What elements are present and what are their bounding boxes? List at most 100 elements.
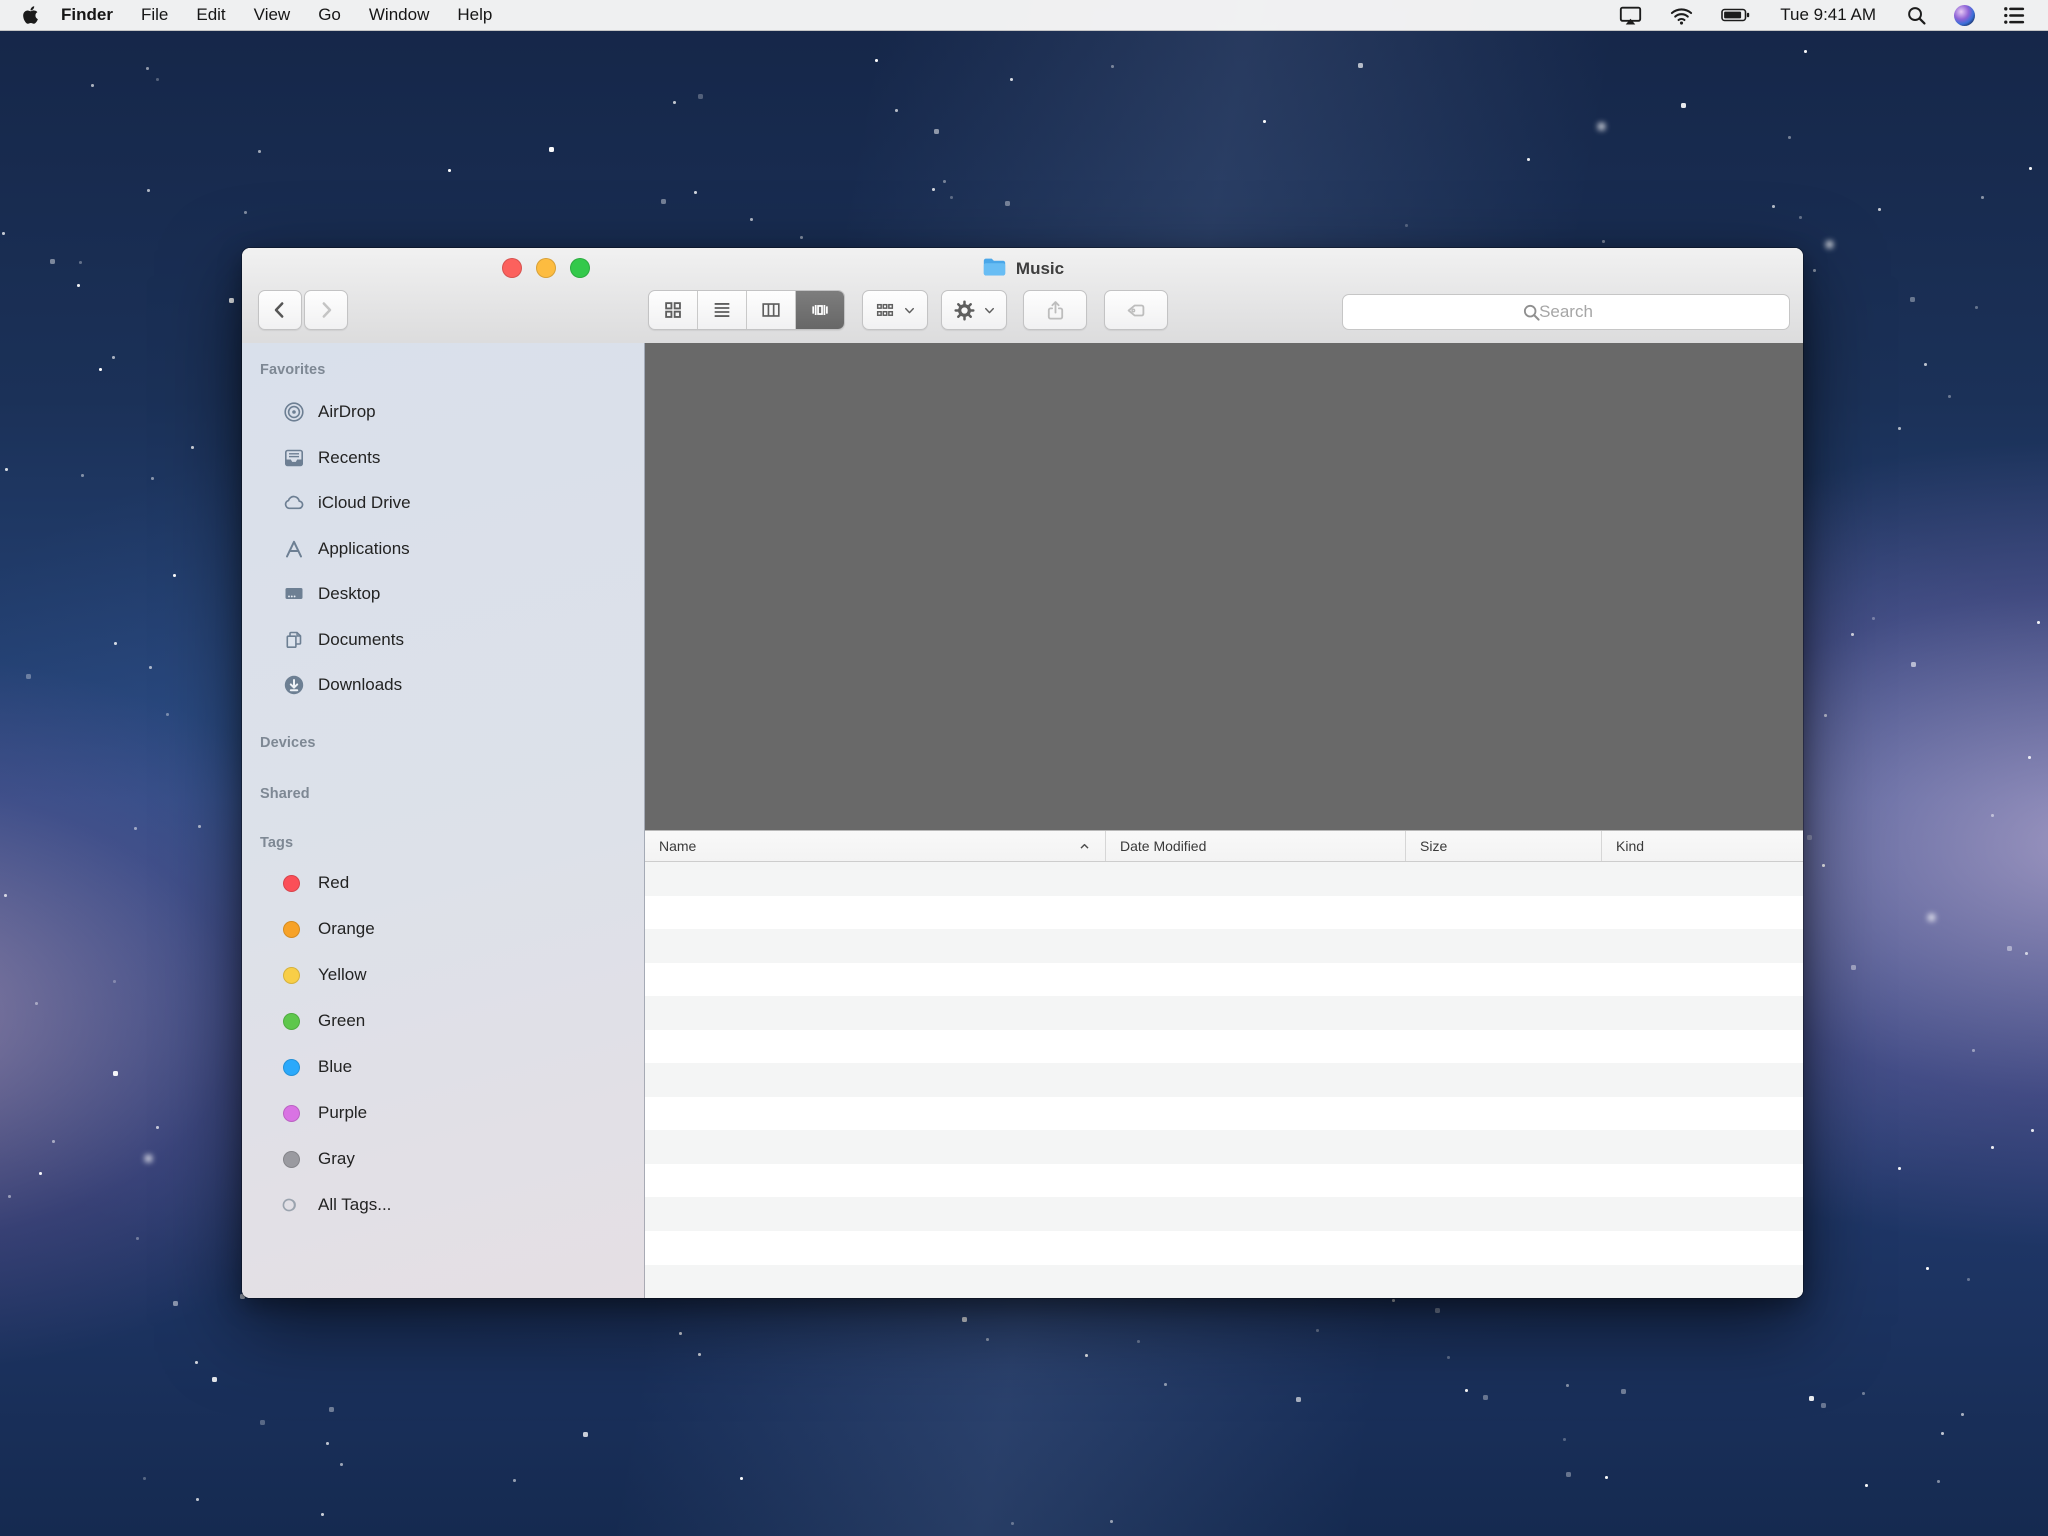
documents-icon <box>282 628 306 652</box>
column-header-kind[interactable]: Kind <box>1602 831 1803 861</box>
sidebar-item-label: Yellow <box>318 965 367 985</box>
view-mode-segmented-control <box>648 290 845 330</box>
column-header-label: Date Modified <box>1120 838 1206 854</box>
all-tags-icon <box>279 1193 303 1217</box>
list-row-stripe <box>645 929 1803 963</box>
sidebar-section-shared: Shared <box>260 783 310 805</box>
menu-edit[interactable]: Edit <box>182 0 239 30</box>
notification-center-icon[interactable] <box>1988 0 2048 30</box>
sidebar-item-orange[interactable]: Orange <box>242 912 644 946</box>
column-header-name[interactable]: Name <box>645 831 1106 861</box>
sidebar-item-blue[interactable]: Blue <box>242 1050 644 1084</box>
menu-file[interactable]: File <box>127 0 182 30</box>
list-row-stripe <box>645 1164 1803 1198</box>
menu-bar: FinderFileEditViewGoWindowHelp Tue 9:41 … <box>0 0 2048 31</box>
list-row-stripe <box>645 1130 1803 1164</box>
sort-ascending-icon <box>1078 840 1091 856</box>
list-row-stripe <box>645 1265 1803 1299</box>
tag-color-dot-red <box>283 875 300 892</box>
sidebar-item-label: iCloud Drive <box>318 493 411 513</box>
sidebar-item-label: Recents <box>318 448 380 468</box>
tag-color-dot-gray <box>283 1151 300 1168</box>
desktop-icon <box>282 582 306 606</box>
sidebar-item-green[interactable]: Green <box>242 1004 644 1038</box>
share-button[interactable] <box>1023 290 1087 330</box>
sidebar-item-label: Orange <box>318 919 375 939</box>
menu-view[interactable]: View <box>240 0 305 30</box>
sidebar-item-label: All Tags... <box>318 1195 391 1215</box>
sidebar-item-documents[interactable]: Documents <box>242 623 644 657</box>
tag-button[interactable] <box>1104 290 1168 330</box>
list-row-stripe <box>645 1097 1803 1131</box>
menu-finder[interactable]: Finder <box>47 0 127 30</box>
sidebar-item-label: Green <box>318 1011 365 1031</box>
sidebar-item-gray[interactable]: Gray <box>242 1142 644 1176</box>
column-header-date-modified[interactable]: Date Modified <box>1106 831 1406 861</box>
sidebar-item-downloads[interactable]: Downloads <box>242 668 644 702</box>
sidebar-item-label: Documents <box>318 630 404 650</box>
sidebar-item-recents[interactable]: Recents <box>242 441 644 475</box>
sidebar-section-tags: Tags <box>260 832 293 854</box>
finder-window: Music FavoritesAirDropRecent <box>242 248 1803 1298</box>
arrange-button[interactable] <box>862 290 928 330</box>
sidebar: Favorites AirDrop Recents iCloud Drive Appli… <box>242 343 645 1298</box>
folder-icon <box>981 253 1008 285</box>
window-title: Music <box>242 254 1803 284</box>
forward-button[interactable] <box>304 290 348 330</box>
wifi-icon[interactable] <box>1656 0 1707 30</box>
sidebar-item-desktop[interactable]: Desktop <box>242 577 644 611</box>
tag-color-dot-blue <box>283 1059 300 1076</box>
sidebar-item-label: Downloads <box>318 675 402 695</box>
column-header-size[interactable]: Size <box>1406 831 1602 861</box>
apple-menu-icon[interactable] <box>22 5 39 25</box>
menu-go[interactable]: Go <box>304 0 355 30</box>
window-title-text: Music <box>1016 259 1064 279</box>
siri-icon[interactable] <box>1941 0 1988 30</box>
sidebar-item-airdrop[interactable]: AirDrop <box>242 395 644 429</box>
window-toolbar: Music <box>242 248 1803 344</box>
list-row-stripe <box>645 896 1803 930</box>
sidebar-item-label: AirDrop <box>318 402 376 422</box>
spotlight-search-icon[interactable] <box>1892 0 1941 30</box>
list-row-stripe <box>645 1197 1803 1231</box>
icloud-drive-icon <box>282 491 306 515</box>
sidebar-item-label: Blue <box>318 1057 352 1077</box>
menu-clock[interactable]: Tue 9:41 AM <box>1764 5 1892 25</box>
list-row-stripe <box>645 996 1803 1030</box>
battery-icon[interactable] <box>1707 0 1764 30</box>
menu-status-area: Tue 9:41 AM <box>1605 0 2048 30</box>
sidebar-section-favorites: Favorites <box>260 359 325 381</box>
list-column-headers: Name Date Modified Size Kind <box>645 830 1803 862</box>
applications-icon <box>282 537 306 561</box>
sidebar-item-applications[interactable]: Applications <box>242 532 644 566</box>
sidebar-item-label: Red <box>318 873 349 893</box>
search-field <box>1342 294 1790 330</box>
recents-icon <box>282 446 306 470</box>
list-view-button[interactable] <box>698 291 747 329</box>
back-button[interactable] <box>258 290 302 330</box>
sidebar-item-red[interactable]: Red <box>242 866 644 900</box>
action-gear-button[interactable] <box>941 290 1007 330</box>
sidebar-item-all-tags[interactable]: All Tags... <box>242 1188 644 1222</box>
sidebar-item-yellow[interactable]: Yellow <box>242 958 644 992</box>
menu-window[interactable]: Window <box>355 0 443 30</box>
list-row-stripe <box>645 862 1803 896</box>
sidebar-section-devices: Devices <box>260 732 316 754</box>
sidebar-item-icloud-drive[interactable]: iCloud Drive <box>242 486 644 520</box>
tag-color-dot-green <box>283 1013 300 1030</box>
sidebar-item-purple[interactable]: Purple <box>242 1096 644 1130</box>
tag-color-dot-orange <box>283 921 300 938</box>
cover-flow-view-button[interactable] <box>796 291 844 329</box>
menu-help[interactable]: Help <box>443 0 506 30</box>
icon-view-button[interactable] <box>649 291 698 329</box>
tag-color-dot-yellow <box>283 967 300 984</box>
airplay-display-icon[interactable] <box>1605 0 1656 30</box>
column-header-label: Name <box>659 838 696 854</box>
search-input[interactable] <box>1343 295 1789 329</box>
column-header-label: Kind <box>1616 838 1644 854</box>
list-row-stripe <box>645 1063 1803 1097</box>
list-row-stripe <box>645 1030 1803 1064</box>
cover-flow-area <box>645 343 1803 830</box>
column-view-button[interactable] <box>747 291 796 329</box>
desktop: FinderFileEditViewGoWindowHelp Tue 9:41 … <box>0 0 2048 1536</box>
